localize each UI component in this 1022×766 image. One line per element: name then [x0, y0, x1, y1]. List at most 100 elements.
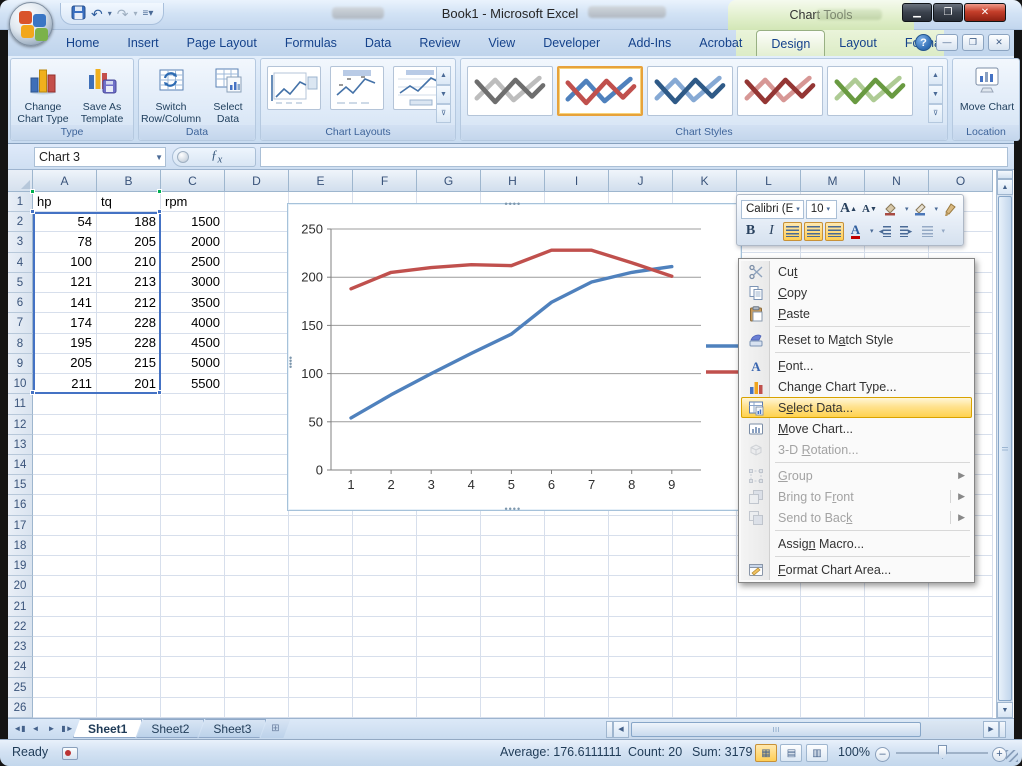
row-header-6[interactable]: 6 — [8, 293, 33, 313]
cell-F26[interactable] — [353, 698, 417, 718]
cell-C2[interactable]: 1500 — [161, 212, 225, 232]
sheet-tab-sheet1[interactable]: Sheet1 — [73, 719, 142, 738]
cell-B24[interactable] — [97, 657, 161, 677]
cell-G23[interactable] — [417, 637, 481, 657]
cell-I18[interactable] — [545, 536, 609, 556]
cell-J22[interactable] — [609, 617, 673, 637]
row-header-8[interactable]: 8 — [8, 334, 33, 354]
cell-E23[interactable] — [289, 637, 353, 657]
undo-button[interactable]: ↶ — [91, 7, 103, 21]
cell-K17[interactable] — [673, 516, 737, 536]
row-header-14[interactable]: 14 — [8, 455, 33, 475]
cell-K25[interactable] — [673, 678, 737, 698]
menu-item-change-chart-type[interactable]: Change Chart Type... — [741, 376, 972, 397]
cell-B23[interactable] — [97, 637, 161, 657]
cell-O23[interactable] — [929, 637, 993, 657]
outline-color-dropdown-icon[interactable]: ▾ — [934, 205, 938, 213]
chart-handle-left[interactable]: •••• — [289, 357, 293, 369]
column-header-G[interactable]: G — [417, 170, 481, 192]
row-header-2[interactable]: 2 — [8, 212, 33, 232]
menu-item-paste[interactable]: Paste — [741, 303, 972, 324]
cell-K20[interactable] — [673, 576, 737, 596]
cell-D8[interactable] — [225, 334, 289, 354]
align-left-button[interactable] — [783, 222, 802, 241]
cell-M26[interactable] — [801, 698, 865, 718]
cell-I20[interactable] — [545, 576, 609, 596]
cell-D1[interactable] — [225, 192, 289, 212]
cell-C9[interactable]: 5000 — [161, 354, 225, 374]
chart-handle-bottom[interactable]: •••• — [505, 507, 522, 511]
grow-font-button[interactable]: A▲ — [839, 200, 858, 219]
font-color-button[interactable]: A — [846, 222, 865, 241]
name-box-dropdown-icon[interactable]: ▼ — [155, 153, 163, 162]
cell-G17[interactable] — [417, 516, 481, 536]
chart-style-thumbnail-style-green[interactable] — [827, 66, 913, 116]
cell-K24[interactable] — [673, 657, 737, 677]
menu-item-3-d-rotation[interactable]: 3-D Rotation... — [741, 439, 972, 460]
cell-C12[interactable] — [161, 415, 225, 435]
cell-H18[interactable] — [481, 536, 545, 556]
cell-J19[interactable] — [609, 556, 673, 576]
cell-B12[interactable] — [97, 415, 161, 435]
cell-B20[interactable] — [97, 576, 161, 596]
fill-color-dropdown-icon[interactable]: ▾ — [905, 205, 909, 213]
cell-A21[interactable] — [33, 597, 97, 617]
scroll-left-icon[interactable]: ◀ — [613, 721, 629, 738]
cell-D26[interactable] — [225, 698, 289, 718]
cell-E22[interactable] — [289, 617, 353, 637]
chart-style-thumbnail-style-gray[interactable] — [467, 66, 553, 116]
cell-N22[interactable] — [865, 617, 929, 637]
cell-A5[interactable]: 121 — [33, 273, 97, 293]
cell-E24[interactable] — [289, 657, 353, 677]
font-name-select[interactable]: Calibri (E▾ — [741, 200, 804, 219]
cell-N21[interactable] — [865, 597, 929, 617]
cell-A22[interactable] — [33, 617, 97, 637]
cell-A4[interactable]: 100 — [33, 253, 97, 273]
column-header-J[interactable]: J — [609, 170, 673, 192]
cell-I24[interactable] — [545, 657, 609, 677]
cell-G22[interactable] — [417, 617, 481, 637]
row-header-11[interactable]: 11 — [8, 394, 33, 414]
undo-dropdown-icon[interactable]: ▾ — [108, 9, 112, 18]
cell-D21[interactable] — [225, 597, 289, 617]
cell-F17[interactable] — [353, 516, 417, 536]
cell-B15[interactable] — [97, 475, 161, 495]
cell-B18[interactable] — [97, 536, 161, 556]
cell-A17[interactable] — [33, 516, 97, 536]
tab-split-handle[interactable] — [606, 721, 613, 738]
cell-C20[interactable] — [161, 576, 225, 596]
cell-I25[interactable] — [545, 678, 609, 698]
styles-scroll-up-icon[interactable]: ▲ — [928, 66, 943, 85]
row-header-18[interactable]: 18 — [8, 536, 33, 556]
office-button[interactable] — [9, 2, 53, 46]
horizontal-scroll-thumb[interactable] — [631, 722, 921, 737]
cell-B4[interactable]: 210 — [97, 253, 161, 273]
tab-page-layout[interactable]: Page Layout — [173, 30, 271, 56]
tab-layout[interactable]: Layout — [825, 30, 891, 56]
cell-C5[interactable]: 3000 — [161, 273, 225, 293]
cell-D18[interactable] — [225, 536, 289, 556]
cell-H21[interactable] — [481, 597, 545, 617]
cell-A19[interactable] — [33, 556, 97, 576]
column-header-D[interactable]: D — [225, 170, 289, 192]
column-header-O[interactable]: O — [929, 170, 993, 192]
normal-view-button[interactable]: ▦ — [755, 744, 777, 762]
cell-N25[interactable] — [865, 678, 929, 698]
cell-H23[interactable] — [481, 637, 545, 657]
row-header-20[interactable]: 20 — [8, 576, 33, 596]
cell-D2[interactable] — [225, 212, 289, 232]
cell-C13[interactable] — [161, 435, 225, 455]
column-header-L[interactable]: L — [737, 170, 801, 192]
cell-C24[interactable] — [161, 657, 225, 677]
cell-L25[interactable] — [737, 678, 801, 698]
menu-item-cut[interactable]: Cut — [741, 261, 972, 282]
menu-item-copy[interactable]: Copy — [741, 282, 972, 303]
cell-B1[interactable]: tq — [97, 192, 161, 212]
cell-I22[interactable] — [545, 617, 609, 637]
fill-color-button[interactable] — [881, 200, 900, 219]
cell-D3[interactable] — [225, 232, 289, 252]
cell-G18[interactable] — [417, 536, 481, 556]
workbook-minimize-button[interactable]: — — [936, 34, 958, 51]
cell-J21[interactable] — [609, 597, 673, 617]
column-header-H[interactable]: H — [481, 170, 545, 192]
